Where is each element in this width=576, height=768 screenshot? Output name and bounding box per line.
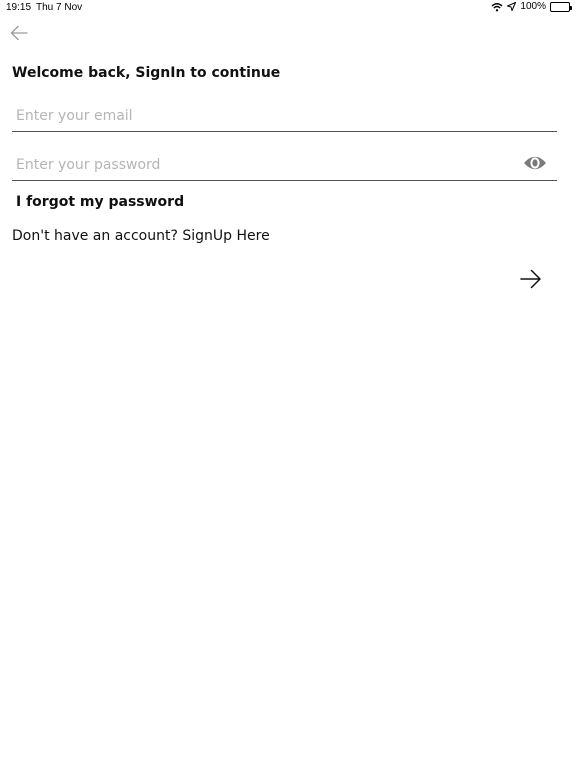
wifi-icon [491,2,503,12]
signup-link[interactable]: Don't have an account? SignUp Here [12,228,270,244]
status-time: 19:15 [6,2,32,13]
location-icon [507,2,517,11]
password-visibility-toggle[interactable] [523,154,547,176]
status-date: Thu 7 Nov [36,2,83,13]
status-indicators: 100% [491,1,572,12]
password-field-container [12,149,557,181]
submit-button[interactable] [518,268,544,294]
status-bar: 19:15 Thu 7 Nov 100% [0,0,576,16]
arrow-right-icon [520,269,542,293]
battery-percent: 100% [520,1,546,12]
eye-icon [523,154,547,176]
email-field-container [12,100,557,132]
back-button[interactable] [8,24,30,46]
forgot-password-link[interactable]: I forgot my password [16,194,184,210]
email-field[interactable] [12,100,557,131]
page-title: Welcome back, SignIn to continue [12,65,281,81]
arrow-left-icon [10,25,28,45]
password-field[interactable] [12,149,557,180]
battery-icon [550,1,572,12]
